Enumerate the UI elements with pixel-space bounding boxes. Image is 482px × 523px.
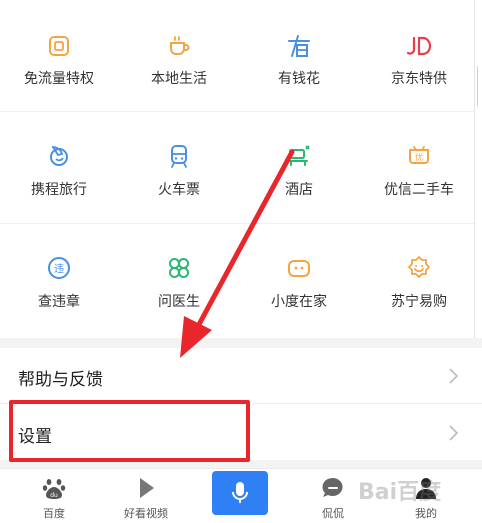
side-panel-notch [477,66,478,106]
microphone-icon [232,482,248,503]
services-row: 免流量特权 本地生活 有钱花 京东特供 [0,0,474,112]
tab-label: 好看视频 [124,507,168,520]
service-label: 火车票 [158,182,200,198]
help-feedback-item[interactable]: 帮助与反馈 [0,348,482,404]
you-qian-hua-icon [288,35,310,57]
svg-text:违: 违 [54,263,64,275]
svg-text:du: du [50,492,58,499]
chevron-right-icon [449,425,459,441]
service-label: 酒店 [285,182,313,198]
tab-label: 侃侃 [322,507,344,520]
service-train[interactable]: 火车票 [120,112,238,223]
service-label: 苏宁易购 [391,294,447,310]
service-label: 本地生活 [151,71,207,87]
clover-doctor-icon [169,258,189,278]
service-label: 携程旅行 [31,182,87,198]
service-label: 优信二手车 [384,182,454,198]
service-free-data[interactable]: 免流量特权 [0,0,118,111]
settings-highlight-box [9,400,250,462]
free-data-icon [49,36,69,56]
tab-haokan-video[interactable]: 好看视频 [98,469,194,523]
service-label: 问医生 [158,294,200,310]
ctrip-icon [50,146,68,166]
service-xiaodu-home[interactable]: 小度在家 [240,224,358,338]
service-ctrip[interactable]: 携程旅行 [0,112,118,223]
service-label: 免流量特权 [24,71,94,87]
service-label: 京东特供 [391,71,447,87]
voice-search-button[interactable] [212,471,268,515]
svg-text:优: 优 [415,152,423,162]
chevron-right-icon [449,368,459,384]
xiaodu-home-icon [288,260,310,277]
coffee-cup-icon [170,36,190,55]
play-icon [140,478,154,498]
service-traffic-violation[interactable]: 违 查违章 [0,224,118,338]
services-row: 携程旅行 火车票 酒店 优 优信二手车 [0,112,474,224]
services-grid: 免流量特权 本地生活 有钱花 京东特供 携程旅行 火车票 酒店 优 优信二手车 … [0,0,474,340]
tab-label: 我的 [415,507,437,520]
service-suning[interactable]: 苏宁易购 [360,224,478,338]
side-panel-edge [474,0,482,340]
youxin-car-icon: 优 [409,146,429,164]
chat-bubble-icon [322,477,343,497]
jd-icon [406,36,432,56]
help-feedback-label: 帮助与反馈 [18,370,103,390]
service-youxin[interactable]: 优 优信二手车 [360,112,478,223]
service-ask-doctor[interactable]: 问医生 [120,224,238,338]
tab-baidu[interactable]: du 百度 [6,469,102,523]
hotel-bed-icon [288,145,310,166]
service-label: 有钱花 [278,71,320,87]
baidu-paw-icon: du [42,479,66,499]
service-label: 查违章 [38,294,80,310]
services-row: 违 查违章 问医生 小度在家 苏宁易购 [0,224,474,338]
service-jd[interactable]: 京东特供 [360,0,478,111]
train-icon [171,145,187,168]
tab-label: 百度 [43,507,65,520]
traffic-violation-icon: 违 [48,257,70,279]
section-divider [0,338,482,348]
service-hotel[interactable]: 酒店 [240,112,358,223]
baidu-watermark: Bai百度 [358,480,442,505]
service-label: 小度在家 [271,294,327,310]
suning-icon [408,256,430,278]
service-you-qian-hua[interactable]: 有钱花 [240,0,358,111]
service-local-life[interactable]: 本地生活 [120,0,238,111]
